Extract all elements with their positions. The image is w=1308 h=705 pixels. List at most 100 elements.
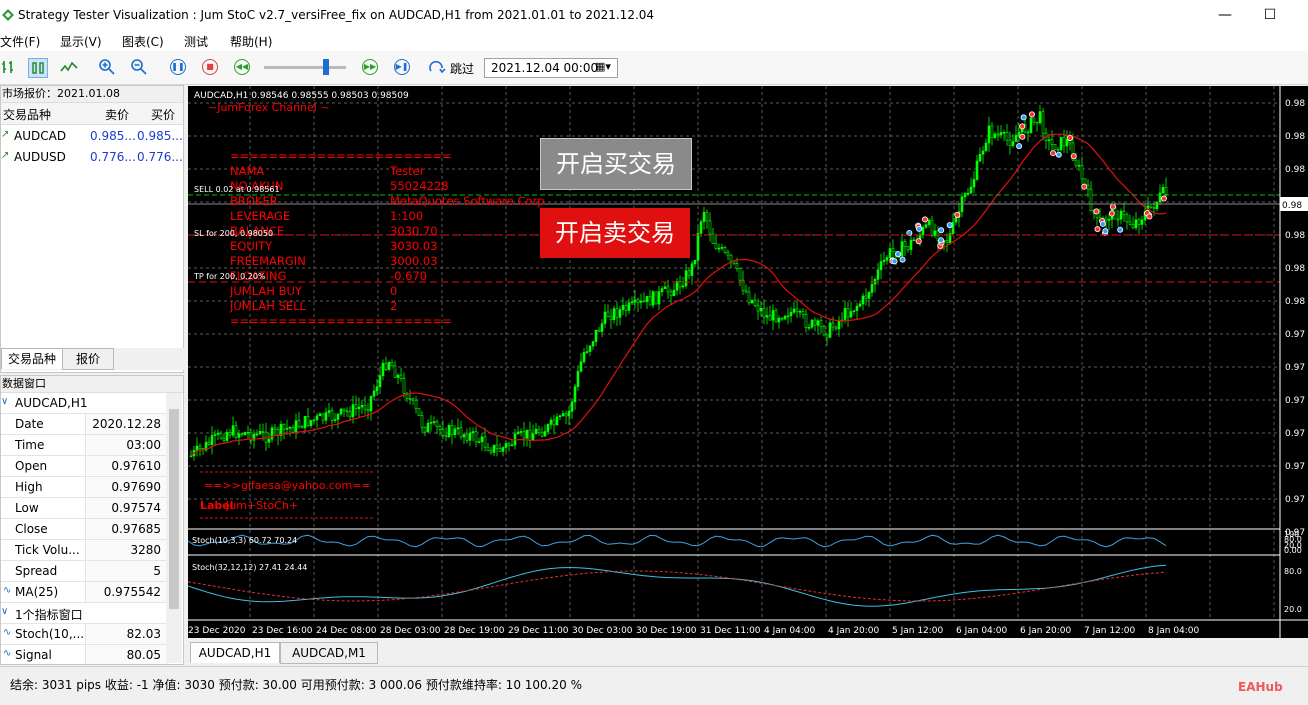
time-tick-label: 30 Dec 19:00 [636,626,697,636]
column-ask[interactable]: 买价 [151,106,175,123]
info-value: Tester [389,164,425,178]
stop-icon[interactable]: ■ [202,59,218,75]
menu-help[interactable]: 帮助(H) [230,33,272,50]
info-label: ======================= [230,314,452,328]
symbol-name: AUDCAD [14,129,67,143]
price-tick-label: 0.97 [1285,363,1305,373]
info-value: 0 [390,284,397,298]
zoom-in-icon[interactable] [98,58,116,76]
info-label: JUMLAH BUY [229,284,303,298]
bid-value: 0.985... [90,129,136,143]
menu-view[interactable]: 显示(V) [60,33,102,50]
time-tick-label: 8 Jan 04:00 [1148,626,1200,636]
data-group-name: AUDCAD,H1 [15,396,88,410]
data-group-header[interactable]: ∨ AUDCAD,H1 [1,393,167,414]
price-tick-label: 0.98 [1285,264,1305,274]
time-tick-label: 4 Jan 20:00 [828,626,880,636]
price-tick-label: 0.98 [1285,99,1305,109]
fast-forward-icon[interactable]: ▶▶ [362,59,378,75]
market-row-audusd[interactable]: ↗ AUDUSD 0.776... 0.776... [1,147,183,168]
menu-charts[interactable]: 图表(C) [122,33,164,50]
open-sell-button[interactable]: 开启卖交易 [540,208,690,258]
status-bar: 结余: 3031 pips 收益: -1 净值: 3030 预付款: 30.00… [0,666,1308,705]
data-row: Date 2020.12.28 [1,414,168,435]
info-label: BROKER [230,194,278,208]
chevron-down-icon[interactable]: ∨ [1,606,8,617]
tab-audcad-m1[interactable]: AUDCAD,M1 [280,642,378,664]
price-tick-label: 0.97 [1285,495,1305,505]
skip-date-value: 2021.12.04 00:00 [491,61,599,75]
time-tick-label: 23 Dec 16:00 [252,626,313,636]
data-window-scrollbar[interactable] [166,393,182,663]
market-watch-title: 市场报价：2021.01.08 [1,86,183,103]
data-row: Tick Volu... 3280 [1,540,168,561]
speed-slider-thumb[interactable] [323,59,329,75]
calendar-icon[interactable]: ▦▾ [595,60,611,73]
info-label: NAMA [230,164,264,178]
menu-test[interactable]: 测试 [184,33,208,50]
open-buy-button[interactable]: 开启买交易 [540,138,692,190]
indicator-icon: ∿ [3,648,12,659]
market-watch-tabs: 交易品种 报价 [1,348,185,370]
price-tick-label: 0.97 [1285,330,1305,340]
market-watch-header: 交易品种 卖价 买价 [1,103,183,125]
app-icon [2,9,14,21]
step-forward-icon[interactable]: ▶❚ [394,59,410,75]
time-tick-label: 24 Dec 08:00 [316,626,377,636]
market-row-audcad[interactable]: ↗ AUDCAD 0.985... 0.985... [1,126,183,147]
skip-label[interactable]: 跳过 [450,60,474,77]
symbol-name: AUDUSD [14,150,66,164]
chevron-down-icon[interactable]: ∨ [1,396,8,407]
maximize-button[interactable]: ☐ [1255,4,1285,26]
info-value: 3000.03 [390,254,438,268]
data-window-panel: 数据窗口 ∨ AUDCAD,H1 Date 2020.12.28 Time 03:0… [0,375,184,665]
column-symbol[interactable]: 交易品种 [3,106,51,123]
bid-value: 0.776... [90,150,136,164]
time-tick-label: 6 Jan 04:00 [956,626,1008,636]
info-value: 3030.03 [390,239,438,253]
time-tick-label: 5 Jan 12:00 [892,626,944,636]
take-profit-label: TP for 200, 0.20% [193,272,266,281]
data-row: High 0.97690 [1,477,168,498]
title-bar: Strategy Tester Visualization : Jum StoC… [0,0,1308,31]
skip-icon[interactable] [428,58,446,76]
info-value: MetaQuotes Software Corp. [390,194,548,208]
pause-icon[interactable]: ❚❚ [170,59,186,75]
time-tick-label: 7 Jan 12:00 [1084,626,1136,636]
indicator-icon: ∿ [3,627,12,638]
tab-ticks[interactable]: 报价 [62,348,114,370]
price-tick-label: 0.97 [1285,429,1305,439]
line-chart-icon[interactable] [60,58,78,76]
bar-chart-icon[interactable] [0,58,18,76]
channel-label: ~JumForex Channel ~ [208,101,330,114]
rewind-icon[interactable]: ◀◀ [234,59,250,75]
data-row-signal: ∿ Signal 80.05 [1,645,168,664]
tab-audcad-h1[interactable]: AUDCAD,H1 [190,642,280,663]
skip-date-input[interactable]: 2021.12.04 00:00 ▦▾ [484,58,618,78]
scrollbar-thumb[interactable] [169,409,179,609]
time-tick-label: 28 Dec 03:00 [380,626,441,636]
arrow-up-icon: ↗ [1,150,10,161]
time-tick-label: 23 Dec 2020 [188,626,246,636]
price-chart[interactable]: 0.98 0.98 0.98 0.98 0.98 0.98 0.98 0.97 0.97 0.97… [188,86,1308,638]
info-label: LEVERAGE [230,209,290,223]
stoch-scale-label: 20.0 [1284,605,1302,614]
zoom-out-icon[interactable] [130,58,148,76]
ask-value: 0.776... [137,150,183,164]
data-row-ma: ∿ MA(25) 0.975542 [1,582,168,603]
minimize-button[interactable]: — [1210,4,1240,26]
stoch2-title: Stoch(32,12,12) 27.41 24.44 [192,563,307,572]
data-row: Time 03:00 [1,435,168,456]
time-tick-label: 29 Dec 11:00 [508,626,569,636]
column-bid[interactable]: 卖价 [105,106,129,123]
time-tick-label: 4 Jan 04:00 [764,626,816,636]
price-tick-label: 0.98 [1285,231,1305,241]
info-label: EQUITY [230,239,273,253]
tab-symbols[interactable]: 交易品种 [1,348,63,369]
candlestick-icon[interactable] [28,58,48,78]
data-group-indicator[interactable]: ∨ 1个指标窗口 [1,603,167,624]
speed-slider-track[interactable] [264,66,346,69]
price-tick-label: 0.98 [1285,297,1305,307]
indicator-icon: ∿ [3,585,12,596]
menu-file[interactable]: 文件(F) [0,33,40,50]
